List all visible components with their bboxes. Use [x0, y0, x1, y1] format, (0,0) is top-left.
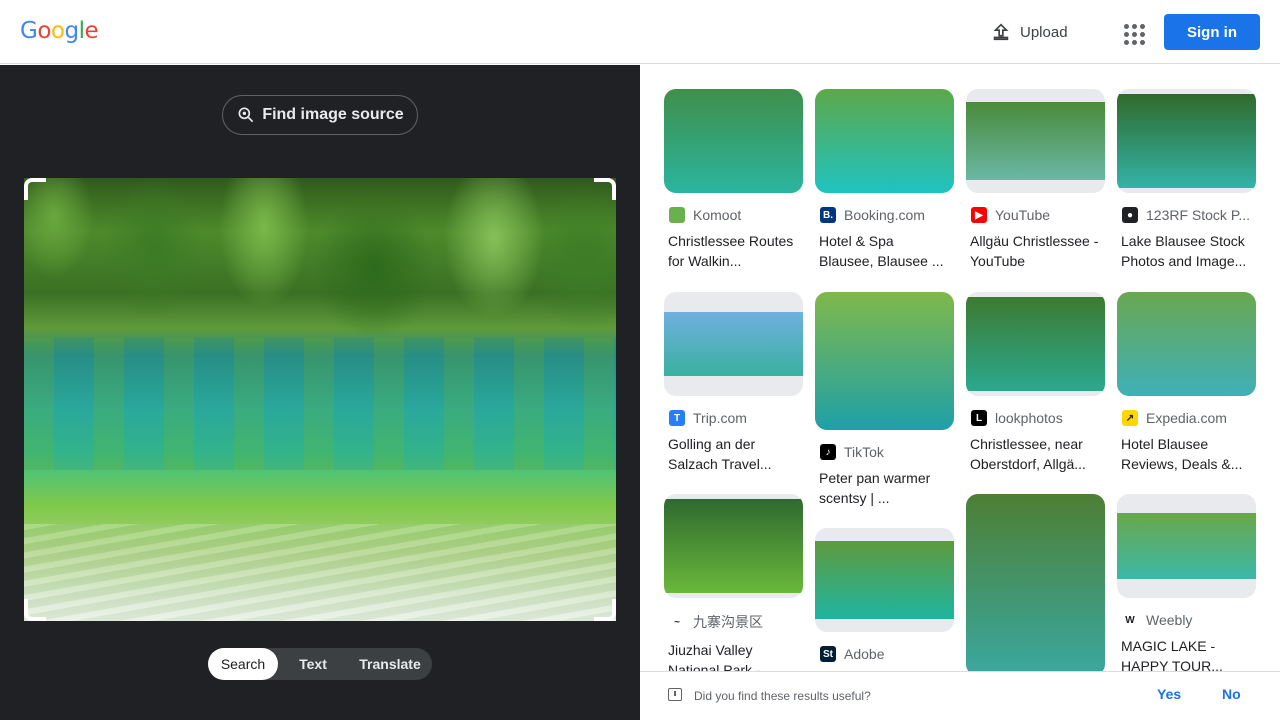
result-thumbnail[interactable]	[966, 292, 1105, 396]
result-source[interactable]: ● 123RF Stock P...	[1117, 207, 1256, 223]
result-source[interactable]: B. Booking.com	[815, 207, 954, 223]
feedback-no-button[interactable]: No	[1222, 686, 1241, 702]
result-thumbnail[interactable]	[815, 89, 954, 193]
source-name: TikTok	[844, 444, 884, 460]
result-card[interactable]: Llookphotos Christlessee, near Oberstdorf…	[966, 292, 1105, 474]
apps-grid-icon[interactable]	[1118, 18, 1146, 46]
lens-image-panel: Find image source Search Text Translate	[0, 65, 640, 720]
result-title[interactable]: Lake Blausee Stock Photos and Image...	[1117, 231, 1252, 271]
result-source[interactable]: Llookphotos	[966, 410, 1105, 426]
mode-switcher: Search Text Translate	[208, 648, 432, 680]
result-card[interactable]: B. Booking.com Hotel & Spa Blausee, Blause…	[815, 89, 954, 271]
source-favicon-icon	[669, 207, 685, 223]
source-name: Komoot	[693, 207, 742, 223]
result-source[interactable]: St Adobe	[815, 646, 954, 662]
source-name: Weebly	[1146, 612, 1193, 628]
result-card[interactable]: St Adobe	[815, 528, 954, 662]
source-name: 123RF Stock P...	[1146, 207, 1251, 223]
source-favicon-icon: ▶	[971, 207, 987, 223]
mode-search-tab[interactable]: Search	[208, 648, 278, 680]
result-title[interactable]: Hotel & Spa Blausee, Blausee ...	[815, 231, 950, 271]
result-thumbnail[interactable]	[1117, 89, 1256, 193]
source-name: YouTube	[995, 207, 1051, 223]
upload-button[interactable]: Upload	[990, 18, 1068, 46]
source-name: Trip.com	[693, 410, 747, 426]
source-favicon-icon: W	[1122, 612, 1138, 628]
source-favicon-icon: St	[820, 646, 836, 662]
source-favicon-icon: ↗	[1122, 410, 1138, 426]
lens-search-icon	[238, 107, 254, 123]
result-title[interactable]: MAGIC LAKE - HAPPY TOUR...	[1117, 636, 1252, 676]
result-card[interactable]: ♪ TikTok Peter pan warmer scentsy | ...	[815, 292, 954, 508]
mode-translate-tab[interactable]: Translate	[348, 648, 432, 680]
source-favicon-icon: ♪	[820, 444, 836, 460]
result-card[interactable]: ↗ Expedia.com Hotel Blausee Reviews, Deals…	[1117, 292, 1256, 474]
source-favicon-icon: L	[971, 410, 987, 426]
feedback-icon	[668, 688, 682, 701]
upload-icon	[993, 23, 1009, 41]
result-thumbnail[interactable]	[1117, 292, 1256, 396]
result-source[interactable]: ↗ Expedia.com	[1117, 410, 1256, 426]
result-title[interactable]: Allgäu Christlessee - YouTube	[966, 231, 1101, 271]
feedback-yes-button[interactable]: Yes	[1157, 686, 1181, 702]
result-source[interactable]: T Trip.com	[664, 410, 803, 426]
source-favicon-icon: ~	[669, 614, 685, 630]
google-logo[interactable]: Google	[20, 18, 99, 44]
logo-letter: o	[50, 18, 65, 44]
source-name: Expedia.com	[1146, 410, 1227, 426]
result-source[interactable]: W Weebly	[1117, 612, 1256, 628]
crop-handle-top-right[interactable]	[594, 178, 616, 200]
logo-letter: g	[64, 18, 79, 44]
find-image-source-label: Find image source	[262, 106, 404, 123]
result-thumbnail[interactable]	[664, 292, 803, 396]
source-name: lookphotos	[995, 410, 1063, 426]
result-thumbnail[interactable]	[815, 292, 954, 430]
logo-letter: e	[84, 18, 99, 44]
result-thumbnail[interactable]	[664, 89, 803, 193]
query-image[interactable]	[24, 178, 616, 621]
result-title[interactable]: Hotel Blausee Reviews, Deals &...	[1117, 434, 1252, 474]
result-card[interactable]: T Trip.com Golling an der Salzach Travel..…	[664, 292, 803, 474]
result-thumbnail[interactable]	[966, 89, 1105, 193]
result-source[interactable]: ▶ YouTube	[966, 207, 1105, 223]
top-bar: Google Upload Sign in	[0, 0, 1280, 64]
result-source[interactable]: Komoot	[664, 207, 803, 223]
feedback-bar: Did you find these results useful? Yes No	[640, 671, 1280, 720]
result-card[interactable]: W Weebly MAGIC LAKE - HAPPY TOUR...	[1117, 494, 1256, 676]
result-card[interactable]: Komoot Christlessee Routes for Walkin...	[664, 89, 803, 271]
result-card[interactable]: ~ 九寨沟景区 Jiuzhai Valley National Park -...	[664, 494, 803, 680]
logo-letter: o	[37, 18, 51, 44]
result-card[interactable]: ● 123RF Stock P... Lake Blausee Stock Phot…	[1117, 89, 1256, 271]
source-name: Adobe	[844, 646, 885, 662]
result-thumbnail[interactable]	[966, 494, 1105, 676]
result-thumbnail[interactable]	[815, 528, 954, 632]
result-thumbnail[interactable]	[1117, 494, 1256, 598]
result-card[interactable]	[966, 494, 1105, 676]
result-card[interactable]: ▶ YouTube Allgäu Christlessee - YouTube	[966, 89, 1105, 271]
feedback-question: Did you find these results useful?	[694, 689, 871, 703]
source-name: 九寨沟景区	[693, 614, 763, 630]
result-title[interactable]: Golling an der Salzach Travel...	[664, 434, 799, 474]
find-image-source-button[interactable]: Find image source	[222, 95, 418, 135]
source-favicon-icon: ●	[1122, 207, 1138, 223]
crop-handle-bottom-right[interactable]	[594, 599, 616, 621]
result-title[interactable]: Christlessee, near Oberstdorf, Allgä...	[966, 434, 1101, 474]
sign-in-button[interactable]: Sign in	[1164, 14, 1260, 50]
mode-text-tab[interactable]: Text	[278, 648, 348, 680]
result-title[interactable]: Peter pan warmer scentsy | ...	[815, 468, 950, 508]
result-source[interactable]: ~ 九寨沟景区	[664, 612, 803, 632]
source-favicon-icon: B.	[820, 207, 836, 223]
source-favicon-icon: T	[669, 410, 685, 426]
source-name: Booking.com	[844, 207, 925, 223]
crop-handle-bottom-left[interactable]	[24, 599, 46, 621]
visual-matches-panel: Komoot Christlessee Routes for Walkin... B…	[640, 65, 1280, 720]
upload-label: Upload	[1020, 23, 1068, 41]
crop-handle-top-left[interactable]	[24, 178, 46, 200]
result-title[interactable]: Christlessee Routes for Walkin...	[664, 231, 799, 271]
logo-letter: G	[20, 18, 38, 44]
result-thumbnail[interactable]	[664, 494, 803, 598]
result-source[interactable]: ♪ TikTok	[815, 444, 954, 460]
